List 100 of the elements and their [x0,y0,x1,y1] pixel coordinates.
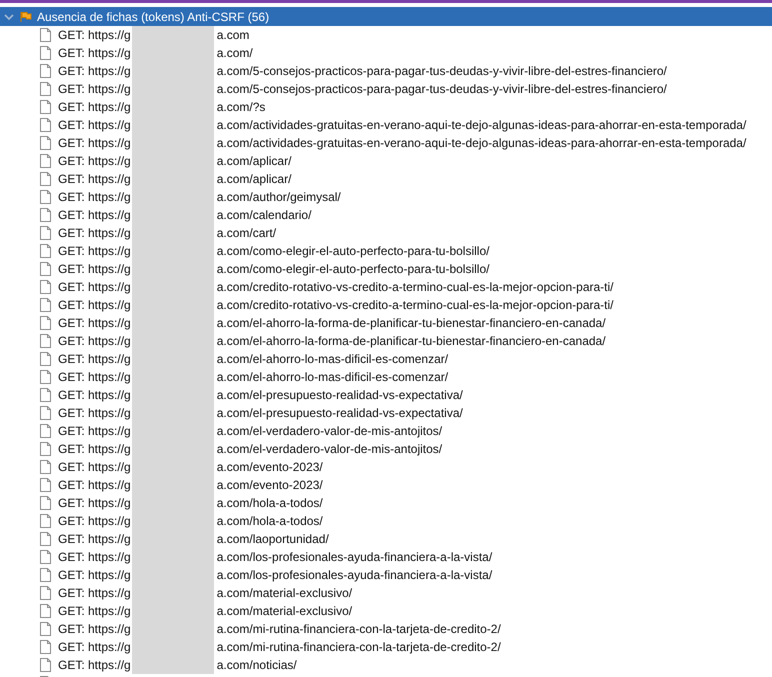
request-method-url[interactable]: GET: https://g [58,514,131,528]
request-method-url[interactable]: GET: https://g [58,406,131,420]
file-icon [40,550,51,564]
request-method-url[interactable]: GET: https://g [58,262,131,276]
file-icon [40,586,51,600]
request-method-url[interactable]: GET: https://g [58,46,131,60]
file-icon [40,64,51,78]
request-method-url[interactable]: GET: https://g [58,118,131,132]
request-url-path[interactable]: a.com/los-profesionales-ayuda-financiera-a-la-vista/ [216,550,492,564]
file-icon [40,118,51,132]
request-url-path[interactable]: a.com/aplicar/ [216,154,292,168]
request-url-path[interactable]: a.com/cart/ [216,226,276,240]
request-method-url[interactable]: GET: https://g [58,64,131,78]
request-url-path[interactable]: a.com/actividades-gratuitas-en-verano-aqui-te-dejo-algunas-ideas-para-ahorrar-en-esta-temporada/ [216,136,746,150]
file-icon [40,334,51,348]
request-method-url[interactable]: GET: https://g [58,352,131,366]
request-url-path[interactable]: a.com/material-exclusivo/ [216,586,352,600]
request-method-url[interactable]: GET: https://g [58,172,131,186]
request-url-path[interactable]: a.com/como-elegir-el-auto-perfecto-para-tu-bolsillo/ [216,244,490,258]
request-url-path[interactable]: a.com/credito-rotativo-vs-credito-a-termino-cual-es-la-mejor-opcion-para-ti/ [216,280,614,294]
file-icon [40,370,51,384]
request-url-path[interactable]: a.com/como-elegir-el-auto-perfecto-para-tu-bolsillo/ [216,262,490,276]
file-icon [40,280,51,294]
request-method-url[interactable]: GET: https://g [58,298,131,312]
request-url-path[interactable]: a.com/noticias/ [216,658,297,672]
request-url-path[interactable]: a.com/author/geimysal/ [216,190,341,204]
request-url-path[interactable]: a.com/evento-2023/ [216,460,323,474]
request-url-path[interactable]: a.com/material-exclusivo/ [216,604,352,618]
request-url-path[interactable]: a.com/el-verdadero-valor-de-mis-antojitos/ [216,442,442,456]
request-url-path[interactable]: a.com/laoportunidad/ [216,532,329,546]
request-method-url[interactable]: GET: https://g [58,550,131,564]
alert-tree-node[interactable]: Ausencia de fichas (tokens) Anti-CSRF (56) [0,7,772,26]
file-icon [40,604,51,618]
request-url-path[interactable]: a.com [216,28,250,42]
request-url-path[interactable]: a.com/evento-2023/ [216,478,323,492]
request-method-url[interactable]: GET: https://g [58,136,131,150]
request-url-path[interactable]: a.com/mi-rutina-financiera-con-la-tarjeta-de-credito-2/ [216,640,501,654]
request-url-path[interactable]: a.com/?s [216,100,266,114]
file-icon [40,478,51,492]
request-method-url[interactable]: GET: https://g [58,424,131,438]
file-icon [40,244,51,258]
request-method-url[interactable]: GET: https://g [58,226,131,240]
request-url-path[interactable]: a.com/5-consejos-practicos-para-pagar-tus-deudas-y-vivir-libre-del-estres-financiero/ [216,82,667,96]
file-icon [40,208,51,222]
request-method-url[interactable]: GET: https://g [58,388,131,402]
request-url-path[interactable]: a.com/el-presupuesto-realidad-vs-expectativa/ [216,388,463,402]
request-method-url[interactable]: GET: https://g [58,190,131,204]
file-icon [40,82,51,96]
request-method-url[interactable]: GET: https://g [58,478,131,492]
request-url-path[interactable]: a.com/aplicar/ [216,172,292,186]
request-url-path[interactable]: a.com/mi-rutina-financiera-con-la-tarjeta-de-credito-2/ [216,622,501,636]
request-method-url[interactable]: GET: https://g [58,208,131,222]
file-icon [40,532,51,546]
request-url-path[interactable]: a.com/los-profesionales-ayuda-financiera-a-la-vista/ [216,568,492,582]
request-method-url[interactable]: GET: https://g [58,496,131,510]
request-url-path[interactable]: a.com/5-consejos-practicos-para-pagar-tus-deudas-y-vivir-libre-del-estres-financiero/ [216,64,667,78]
request-url-path[interactable]: a.com/hola-a-todos/ [216,496,323,510]
file-icon [40,46,51,60]
request-url-path[interactable]: a.com/ [216,46,253,60]
request-url-path[interactable]: a.com/el-ahorro-lo-mas-dificil-es-comenzar/ [216,370,448,384]
request-method-url[interactable]: GET: https://g [58,82,131,96]
file-icon [40,316,51,330]
request-method-url[interactable]: GET: https://g [58,604,131,618]
request-method-url[interactable]: GET: https://g [58,586,131,600]
flag-icon [20,10,32,22]
request-method-url[interactable]: GET: https://g [58,460,131,474]
file-icon [40,460,51,474]
request-url-path[interactable]: a.com/el-ahorro-lo-mas-dificil-es-comenzar/ [216,352,448,366]
request-url-path[interactable]: a.com/calendario/ [216,208,312,222]
request-method-url[interactable]: GET: https://g [58,370,131,384]
request-method-url[interactable]: GET: https://g [58,280,131,294]
request-method-url[interactable]: GET: https://g [58,100,131,114]
request-method-url[interactable]: GET: https://g [58,316,131,330]
file-icon [40,298,51,312]
request-url-path[interactable]: a.com/el-ahorro-la-forma-de-planificar-tu-bienestar-financiero-en-canada/ [216,334,606,348]
request-url-path[interactable]: a.com/actividades-gratuitas-en-verano-aqui-te-dejo-algunas-ideas-para-ahorrar-en-esta-temporada/ [216,118,746,132]
request-method-url[interactable]: GET: https://g [58,334,131,348]
request-url-path[interactable]: a.com/el-presupuesto-realidad-vs-expectativa/ [216,406,463,420]
request-method-url[interactable]: GET: https://g [58,622,131,636]
file-icon [40,424,51,438]
file-icon [40,154,51,168]
request-method-url[interactable]: GET: https://g [58,532,131,546]
file-icon [40,262,51,276]
request-method-url[interactable]: GET: https://g [58,658,131,672]
request-method-url[interactable]: GET: https://g [58,244,131,258]
request-method-url[interactable]: GET: https://g [58,442,131,456]
file-icon [40,658,51,672]
request-method-url[interactable]: GET: https://g [58,154,131,168]
file-icon [40,514,51,528]
request-url-path[interactable]: a.com/credito-rotativo-vs-credito-a-termino-cual-es-la-mejor-opcion-para-ti/ [216,298,614,312]
request-method-url[interactable]: GET: https://g [58,640,131,654]
file-icon [40,28,51,42]
request-url-path[interactable]: a.com/hola-a-todos/ [216,514,323,528]
request-method-url[interactable]: GET: https://g [58,568,131,582]
file-icon [40,226,51,240]
request-method-url[interactable]: GET: https://g [58,28,131,42]
request-url-path[interactable]: a.com/el-verdadero-valor-de-mis-antojitos/ [216,424,442,438]
chevron-icon[interactable] [4,12,14,20]
file-icon [40,496,51,510]
request-url-path[interactable]: a.com/el-ahorro-la-forma-de-planificar-tu-bienestar-financiero-en-canada/ [216,316,606,330]
